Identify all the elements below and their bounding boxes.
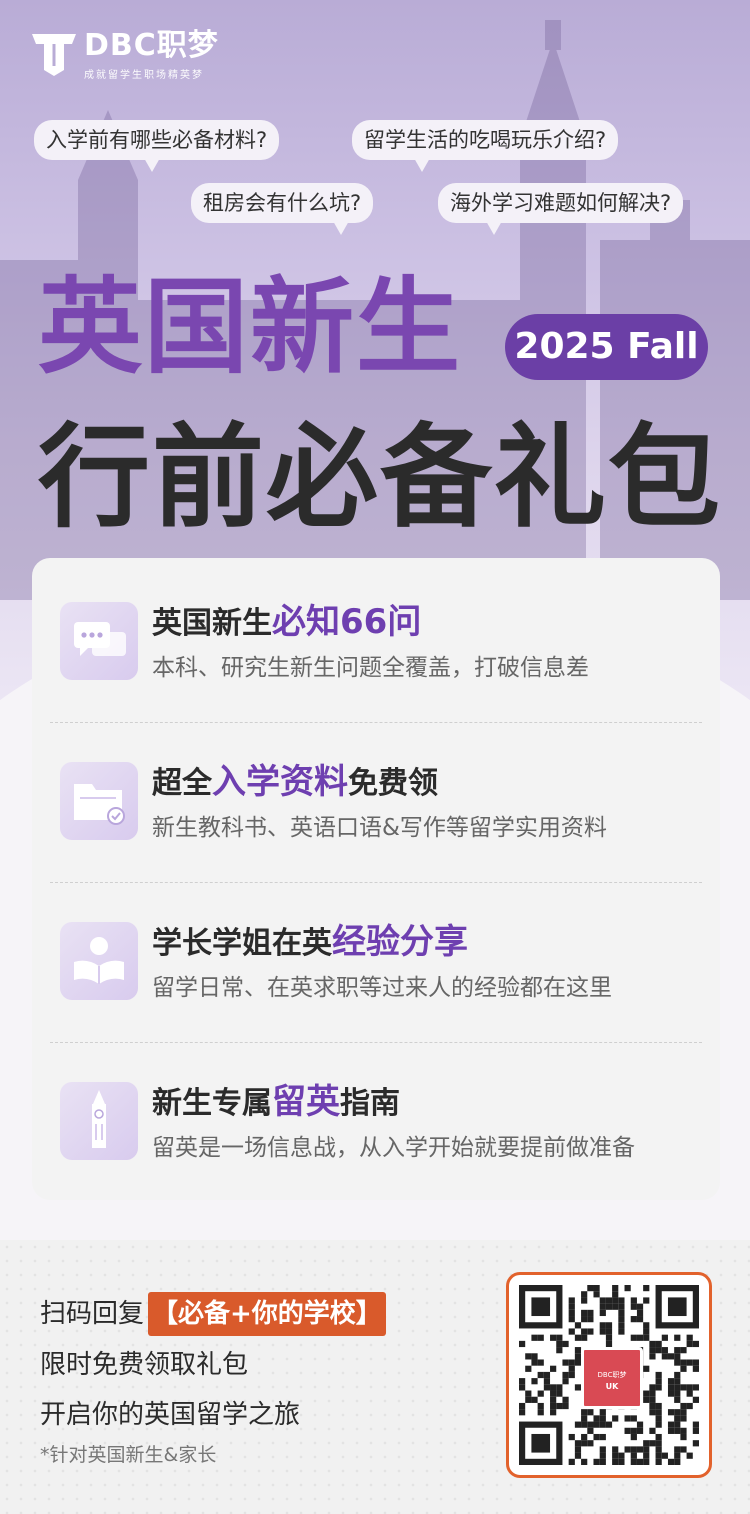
brand-logo[interactable]: DBC职梦 成就留学生职场精英梦 <box>30 30 219 81</box>
brand-name: DBC职梦 <box>84 28 219 63</box>
benefit-item[interactable]: 新生专属留英指南 留英是一场信息战，从入学开始就要提前做准备 <box>32 1038 720 1197</box>
qr-code[interactable]: DBC职梦 UK <box>506 1272 712 1478</box>
question-text: 租房会有什么坑? <box>203 191 362 215</box>
benefit-item[interactable]: 超全入学资料免费领 新生教科书、英语口语&写作等留学实用资料 <box>32 718 720 877</box>
hero-title-line2: 行前必备礼包 <box>38 413 722 543</box>
cta-note: *针对英国新生&家长 <box>40 1444 217 1466</box>
benefit-highlight: 必知66问 <box>272 602 422 642</box>
reply-keyword-badge: 【必备+你的学校】 <box>148 1292 386 1336</box>
benefit-title: 新生专属留英指南 <box>152 1082 400 1122</box>
benefits-card: 英国新生必知66问 本科、研究生新生问题全覆盖，打破信息差 超全入学资料免费领 … <box>32 558 720 1200</box>
benefit-item[interactable]: 英国新生必知66问 本科、研究生新生问题全覆盖，打破信息差 <box>32 558 720 717</box>
big-ben-icon <box>60 1082 138 1160</box>
chat-bubbles-icon <box>60 602 138 680</box>
benefit-description: 留英是一场信息战，从入学开始就要提前做准备 <box>152 1135 635 1161</box>
benefit-title: 英国新生必知66问 <box>152 602 422 642</box>
bubble-tail <box>486 221 502 235</box>
season-badge: 2025 Fall <box>505 314 708 380</box>
bubble-tail <box>144 158 160 172</box>
benefit-highlight: 经验分享 <box>332 922 468 962</box>
question-bubble: 入学前有哪些必备材料? <box>34 120 280 172</box>
question-text: 海外学习难题如何解决? <box>450 191 672 215</box>
bubble-tail <box>414 158 430 172</box>
question-bubble: 留学生活的吃喝玩乐介绍? <box>352 120 619 172</box>
reader-person-icon <box>60 922 138 1000</box>
question-text: 入学前有哪些必备材料? <box>46 128 268 152</box>
question-bubble: 租房会有什么坑? <box>191 183 374 235</box>
benefit-highlight: 留英 <box>272 1082 340 1122</box>
cta-instruction: 扫码回复 【必备+你的学校】 <box>40 1292 386 1336</box>
question-bubble: 海外学习难题如何解决? <box>438 183 684 235</box>
cta-line2: 限时免费领取礼包 <box>40 1350 249 1380</box>
benefit-item[interactable]: 学长学姐在英经验分享 留学日常、在英求职等过来人的经验都在这里 <box>32 878 720 1037</box>
question-text: 留学生活的吃喝玩乐介绍? <box>364 128 607 152</box>
benefit-description: 新生教科书、英语口语&写作等留学实用资料 <box>152 815 607 841</box>
benefit-highlight: 入学资料 <box>212 762 348 802</box>
benefit-title: 学长学姐在英经验分享 <box>152 922 468 962</box>
cta-line3: 开启你的英国留学之旅 <box>40 1400 301 1430</box>
bubble-tail <box>333 221 349 235</box>
benefit-description: 留学日常、在英求职等过来人的经验都在这里 <box>152 975 612 1001</box>
benefit-title: 超全入学资料免费领 <box>152 762 438 802</box>
qr-center-logo: DBC职梦 UK <box>581 1347 643 1409</box>
cta-section: 扫码回复 【必备+你的学校】 限时免费领取礼包 开启你的英国留学之旅 *针对英国新… <box>0 1240 750 1514</box>
logo-mark-icon <box>32 34 76 76</box>
benefit-description: 本科、研究生新生问题全覆盖，打破信息差 <box>152 655 589 681</box>
folder-icon <box>60 762 138 840</box>
brand-tagline: 成就留学生职场精英梦 <box>84 70 204 81</box>
hero-title-line1: 英国新生 <box>38 266 463 388</box>
